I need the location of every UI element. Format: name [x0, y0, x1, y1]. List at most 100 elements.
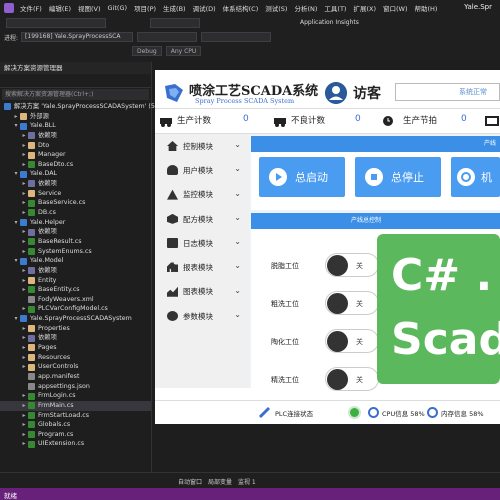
tree-item[interactable]: ▸ SystemEnums.cs — [0, 247, 151, 257]
tree-item[interactable]: ▸ PLCVarConfigModel.cs — [0, 304, 151, 314]
nav-monitor-module[interactable]: 监控模块 ⌄ — [155, 183, 249, 207]
tree-item[interactable]: ▾ Yale.DAL — [0, 169, 151, 179]
menu-build[interactable]: 生成(B) — [163, 3, 186, 13]
menu-debug[interactable]: 调试(D) — [193, 3, 216, 13]
start-all-button[interactable]: 总启动 — [259, 157, 345, 197]
tree-item[interactable]: ▸ FrmStartLoad.cs — [0, 411, 151, 421]
nav-parameter-module[interactable]: 参数模块 ⌄ — [155, 304, 249, 328]
expand-arrow-icon[interactable]: ▸ — [20, 141, 28, 151]
expand-arrow-icon[interactable]: ▸ — [20, 266, 28, 276]
lifecycle-combo[interactable] — [137, 32, 198, 42]
expand-arrow-icon[interactable]: ▸ — [20, 189, 28, 199]
tree-item[interactable]: ▸ BaseService.cs — [0, 198, 151, 208]
navigation-combo[interactable] — [6, 18, 106, 28]
solution-search-input[interactable]: 搜索解决方案资源管理器(Ctrl+;) — [2, 89, 149, 100]
expand-arrow-icon[interactable]: ▾ — [12, 121, 20, 131]
expand-arrow-icon[interactable]: ▸ — [20, 343, 28, 353]
tree-item[interactable]: ▸ BaseResult.cs — [0, 237, 151, 247]
tree-item[interactable]: ▾ Yale.Model — [0, 256, 151, 266]
tree-item[interactable]: 解决方案 'Yale.SprayProcessSCADASystem' (5 个 — [0, 102, 163, 112]
tree-item[interactable]: ▸ 依赖项 — [0, 131, 151, 141]
tree-item[interactable]: ▸ 外部源 — [0, 112, 151, 122]
expand-arrow-icon[interactable]: ▸ — [20, 198, 28, 208]
expand-arrow-icon[interactable]: ▸ — [20, 324, 28, 334]
expand-arrow-icon[interactable]: ▸ — [20, 439, 28, 449]
menu-extensions[interactable]: 扩展(X) — [353, 3, 376, 13]
tree-item[interactable]: ▸ BaseDto.cs — [0, 160, 151, 170]
tree-item[interactable]: ▸ Program.cs — [0, 430, 151, 440]
expand-arrow-icon[interactable]: ▸ — [20, 333, 28, 343]
visual-studio-logo-icon[interactable] — [4, 3, 14, 13]
menu-analyze[interactable]: 分析(N) — [294, 3, 317, 13]
expand-arrow-icon[interactable]: ▸ — [20, 227, 28, 237]
expand-arrow-icon[interactable]: ▸ — [20, 247, 28, 257]
tab-autos[interactable]: 自动窗口 — [178, 477, 202, 486]
tree-item[interactable]: ▾ Yale.SprayProcessSCADASystem — [0, 314, 151, 324]
solution-explorer-toolbar[interactable] — [0, 74, 151, 88]
ceramic-toggle[interactable]: 关 — [325, 329, 379, 353]
expand-arrow-icon[interactable]: ▸ — [20, 430, 28, 440]
tree-item[interactable]: ▸ Resources — [0, 353, 151, 363]
nav-chart-module[interactable]: 图表模块 ⌄ — [155, 280, 249, 304]
nav-log-module[interactable]: 日志模块 ⌄ — [155, 231, 249, 255]
menu-tools[interactable]: 工具(T) — [324, 3, 346, 13]
tree-item[interactable]: ▸ DB.cs — [0, 208, 151, 218]
tree-item[interactable]: ▸ UIExtension.cs — [0, 439, 151, 449]
tree-item[interactable]: ▸ Properties — [0, 324, 151, 334]
tree-item[interactable]: ▸ Pages — [0, 343, 151, 353]
nav-report-module[interactable]: 报表模块 ⌄ — [155, 255, 249, 279]
config-combo[interactable] — [150, 18, 200, 28]
tree-item[interactable]: ▸ 依赖项 — [0, 333, 151, 343]
fine-wash-toggle[interactable]: 关 — [325, 367, 379, 391]
expand-arrow-icon[interactable]: ▸ — [20, 131, 28, 141]
menu-file[interactable]: 文件(F) — [20, 3, 42, 13]
expand-arrow-icon[interactable]: ▸ — [20, 362, 28, 372]
expand-arrow-icon[interactable]: ▾ — [12, 169, 20, 179]
tree-item[interactable]: app.manifest — [0, 372, 151, 382]
tree-item[interactable]: ▾ Yale.BLL — [0, 121, 151, 131]
expand-arrow-icon[interactable]: ▾ — [12, 218, 20, 228]
expand-arrow-icon[interactable]: ▸ — [20, 150, 28, 160]
tree-item[interactable]: ▸ UserControls — [0, 362, 151, 372]
nav-control-module[interactable]: 控制模块 ⌄ — [155, 134, 249, 158]
thread-combo[interactable] — [201, 32, 272, 42]
nav-user-module[interactable]: 用户模块 ⌄ — [155, 158, 249, 182]
menu-git[interactable]: Git(G) — [108, 4, 128, 12]
tree-item[interactable]: ▸ Dto — [0, 141, 151, 151]
tree-item[interactable]: ▸ FrmLogin.cs — [0, 391, 151, 401]
expand-arrow-icon[interactable]: ▸ — [20, 420, 28, 430]
tree-item[interactable]: ▾ Yale.Helper — [0, 218, 151, 228]
expand-arrow-icon[interactable]: ▸ — [20, 160, 28, 170]
expand-arrow-icon[interactable]: ▸ — [20, 208, 28, 218]
tree-item[interactable]: ▸ Globals.cs — [0, 420, 151, 430]
expand-arrow-icon[interactable]: ▸ — [20, 276, 28, 286]
expand-arrow-icon[interactable]: ▸ — [20, 401, 28, 411]
expand-arrow-icon[interactable]: ▸ — [20, 391, 28, 401]
menu-help[interactable]: 帮助(H) — [414, 3, 437, 13]
expand-arrow-icon[interactable]: ▾ — [12, 314, 20, 324]
menu-window[interactable]: 窗口(W) — [383, 3, 408, 13]
menu-project[interactable]: 项目(P) — [134, 3, 156, 13]
rough-wash-toggle[interactable]: 关 — [325, 291, 379, 315]
debug-config-dropdown[interactable]: Debug — [132, 46, 162, 56]
expand-arrow-icon[interactable]: ▸ — [12, 112, 20, 122]
tree-item[interactable]: ▸ 依赖项 — [0, 179, 151, 189]
menu-architecture[interactable]: 体系结构(C) — [223, 3, 259, 13]
process-combo[interactable]: [199168] Yale.SprayProcessSCA — [21, 32, 134, 42]
tree-item[interactable]: ▸ 依赖项 — [0, 266, 151, 276]
tree-item[interactable]: FodyWeavers.xml — [0, 295, 151, 305]
stop-all-button[interactable]: 总停止 — [355, 157, 441, 197]
tree-item[interactable]: ▸ Service — [0, 189, 151, 199]
user-avatar-icon[interactable] — [325, 82, 347, 104]
expand-arrow-icon[interactable]: ▾ — [12, 256, 20, 266]
expand-arrow-icon[interactable]: ▸ — [20, 179, 28, 189]
tree-item[interactable]: ▸ 依赖项 — [0, 227, 151, 237]
tree-item[interactable]: ▸ BaseEntity.cs — [0, 285, 151, 295]
tab-watch[interactable]: 监视 1 — [238, 477, 256, 486]
degrease-toggle[interactable]: 关 — [325, 253, 379, 277]
tree-item[interactable]: ▸ Manager — [0, 150, 151, 160]
expand-arrow-icon[interactable]: ▸ — [20, 411, 28, 421]
menu-test[interactable]: 测试(S) — [265, 3, 287, 13]
tab-locals[interactable]: 局部变量 — [208, 477, 232, 486]
machine-button[interactable]: 机 — [451, 157, 500, 197]
